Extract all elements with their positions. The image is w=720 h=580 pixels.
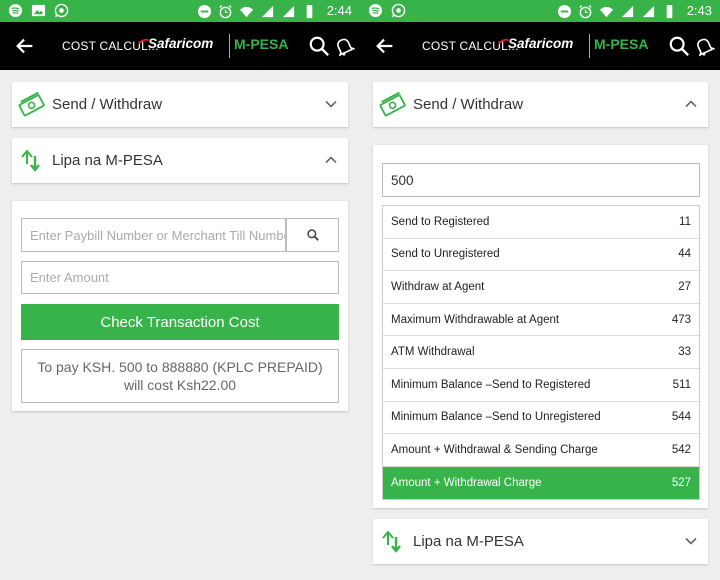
- back-arrow-icon[interactable]: [14, 35, 36, 57]
- money-transfer-icon: [379, 91, 406, 117]
- row-value: 11: [679, 215, 691, 228]
- search-icon: [306, 229, 319, 241]
- status-time: 2:43: [686, 3, 712, 18]
- row-label: Minimum Balance –Send to Registered: [391, 378, 591, 391]
- row-label: Send to Unregistered: [391, 248, 500, 261]
- table-row[interactable]: Send to Registered 11: [383, 206, 699, 239]
- row-value: 27: [678, 280, 691, 293]
- row-label: ATM Withdrawal: [391, 346, 475, 359]
- row-value: 44: [678, 248, 691, 261]
- signal-icon: [621, 5, 633, 17]
- back-arrow-icon[interactable]: [374, 35, 396, 57]
- table-row[interactable]: Amount + Withdrawal & Sending Charge 542: [383, 434, 699, 467]
- result-line-2: will cost Ksh22.00: [123, 377, 237, 393]
- row-label: Amount + Withdrawal & Sending Charge: [391, 443, 598, 456]
- mpesa-logo: M-PESA: [594, 36, 649, 52]
- lipa-na-mpesa-accordion[interactable]: Lipa na M-PESA: [12, 138, 348, 183]
- row-value: 527: [671, 477, 691, 490]
- row-value: 473: [671, 313, 691, 326]
- up-down-arrows-icon: [21, 149, 40, 172]
- wifi-icon: [239, 6, 253, 17]
- row-label: Send to Registered: [391, 215, 490, 228]
- table-row[interactable]: Withdraw at Agent 27: [383, 271, 699, 304]
- send-withdraw-accordion[interactable]: Send / Withdraw: [12, 82, 348, 127]
- row-label: Minimum Balance –Send to Unregistered: [391, 411, 601, 424]
- chevron-up-icon[interactable]: [684, 97, 698, 111]
- logo-divider: [589, 34, 590, 58]
- spotify-icon: [368, 3, 383, 18]
- mpesa-logo: M-PESA: [234, 36, 289, 52]
- check-transaction-cost-button[interactable]: Check Transaction Cost: [21, 304, 339, 340]
- row-label: Maximum Withdrawable at Agent: [391, 313, 560, 326]
- search-button[interactable]: [286, 218, 339, 252]
- wifi-icon: [599, 6, 613, 17]
- lipa-na-mpesa-title: Lipa na M-PESA: [52, 152, 163, 169]
- send-withdraw-accordion[interactable]: Send / Withdraw: [373, 82, 708, 127]
- send-withdraw-title: Send / Withdraw: [413, 96, 524, 113]
- app-bar: COST CALCUL... Safaricom M-PESA: [360, 22, 720, 70]
- amount-input[interactable]: 500: [382, 163, 700, 197]
- lipa-na-mpesa-title: Lipa na M-PESA: [413, 533, 524, 550]
- bell-icon[interactable]: [693, 34, 715, 58]
- battery-icon: [666, 4, 672, 18]
- send-withdraw-title: Send / Withdraw: [52, 96, 163, 113]
- safaricom-logo: Safaricom: [508, 36, 574, 51]
- status-bar: 2:44: [0, 0, 360, 22]
- send-withdraw-panel: 500 Send to Registered 11 Send to Unregist…: [373, 145, 708, 508]
- dnd-icon: [557, 4, 571, 18]
- comparison-screens: 2:44 COST CALCUL... Safaricom M-PESA Sen…: [0, 0, 720, 580]
- chevron-down-icon[interactable]: [684, 534, 698, 548]
- dnd-icon: [197, 4, 211, 18]
- chevron-down-icon[interactable]: [324, 97, 338, 111]
- up-down-arrows-icon: [382, 530, 401, 553]
- search-icon[interactable]: [668, 35, 690, 57]
- amount-input[interactable]: Enter Amount: [21, 261, 339, 294]
- table-row[interactable]: Send to Unregistered 44: [383, 239, 699, 272]
- charges-table: Send to Registered 11 Send to Unregistered…: [382, 205, 700, 501]
- transaction-cost-result: To pay KSH. 500 to 888880 (KPLC PREPAID)…: [21, 349, 339, 403]
- signal-icon: [282, 5, 294, 17]
- logo-divider: [229, 34, 230, 58]
- row-label: Amount + Withdrawal Charge: [391, 477, 542, 490]
- row-value: 33: [678, 346, 691, 359]
- row-value: 511: [672, 378, 691, 391]
- lipa-na-mpesa-accordion[interactable]: Lipa na M-PESA: [373, 519, 708, 564]
- status-time: 2:44: [326, 3, 352, 18]
- row-value: 542: [671, 443, 691, 456]
- spotify-icon: [8, 3, 23, 18]
- app-bar: COST CALCUL... Safaricom M-PESA: [0, 22, 360, 70]
- signal-icon: [642, 5, 654, 17]
- paybill-input[interactable]: Enter Paybill Number or Merchant Till Nu…: [21, 218, 286, 252]
- safaricom-logo: Safaricom: [148, 36, 214, 51]
- table-row[interactable]: Amount + Withdrawal Charge 527: [383, 466, 699, 500]
- signal-icon: [261, 5, 273, 17]
- bell-icon[interactable]: [333, 34, 355, 58]
- row-value: 544: [671, 411, 691, 424]
- table-row[interactable]: ATM Withdrawal 33: [383, 336, 699, 369]
- money-transfer-icon: [18, 91, 45, 117]
- result-line-1: To pay KSH. 500 to 888880 (KPLC PREPAID): [37, 359, 323, 375]
- status-bar: 2:43: [360, 0, 720, 22]
- table-row[interactable]: Minimum Balance –Send to Unregistered 544: [383, 402, 699, 435]
- battery-icon: [306, 4, 312, 18]
- whatsapp-icon: [54, 3, 69, 18]
- table-row[interactable]: Minimum Balance –Send to Registered 511: [383, 369, 699, 402]
- lipa-form-panel: Enter Paybill Number or Merchant Till Nu…: [12, 201, 348, 411]
- whatsapp-icon: [391, 3, 406, 18]
- alarm-icon: [579, 4, 592, 18]
- chevron-up-icon[interactable]: [324, 153, 338, 167]
- screen-send-withdraw: 2:43 COST CALCUL... Safaricom M-PESA Sen…: [360, 0, 720, 580]
- alarm-icon: [219, 4, 232, 18]
- image-icon: [31, 4, 46, 17]
- search-icon[interactable]: [308, 35, 330, 57]
- screen-lipa-na-mpesa: 2:44 COST CALCUL... Safaricom M-PESA Sen…: [0, 0, 360, 580]
- table-row[interactable]: Maximum Withdrawable at Agent 473: [383, 304, 699, 337]
- row-label: Withdraw at Agent: [391, 280, 485, 293]
